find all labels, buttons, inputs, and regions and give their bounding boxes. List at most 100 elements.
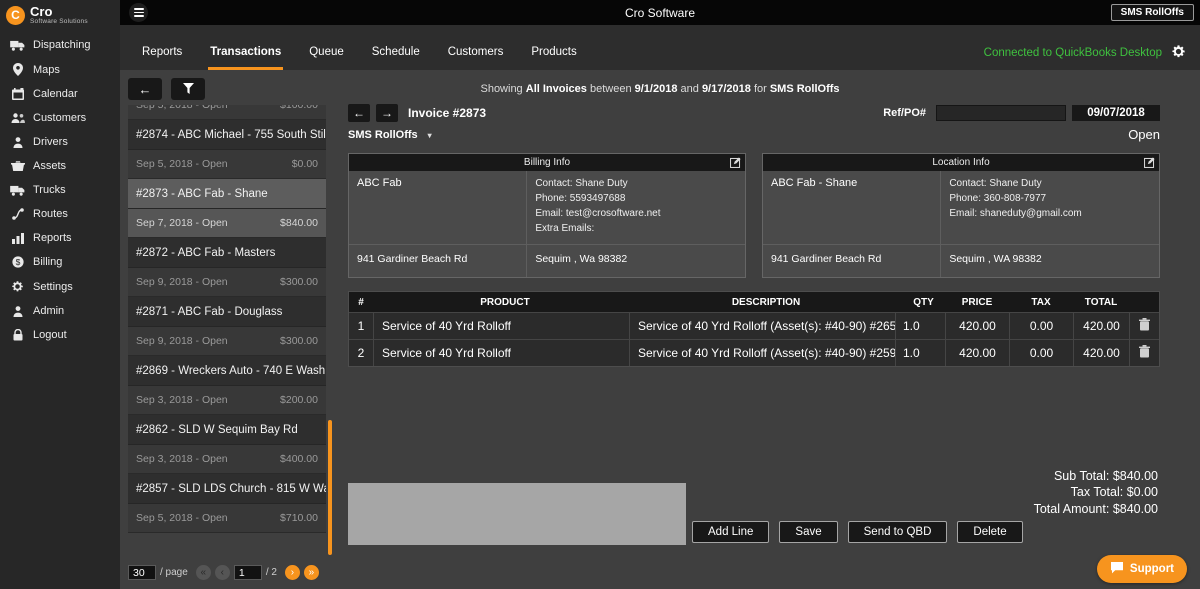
line-num: 2: [349, 340, 373, 366]
sidebar-item-label: Assets: [33, 160, 66, 172]
table-row[interactable]: 2 Service of 40 Yrd Rolloff Service of 4…: [349, 339, 1159, 366]
per-page-input[interactable]: [128, 565, 156, 580]
invoice-meta: Sep 3, 2018 - Open: [136, 394, 228, 406]
invoice-amount: $0.00: [292, 158, 318, 170]
delete-line-button[interactable]: [1129, 313, 1159, 339]
next-invoice-button[interactable]: →: [376, 104, 398, 122]
edit-icon[interactable]: [1144, 157, 1155, 168]
totalamount-label: Total Amount:: [1034, 502, 1110, 516]
sidebar-item-assets[interactable]: Assets: [0, 154, 120, 178]
invoice-status: Open: [432, 127, 1160, 142]
sidebar-item-maps[interactable]: Maps: [0, 57, 120, 82]
filter-row: Showing All Invoices between 9/1/2018 an…: [128, 78, 1192, 102]
first-page-button[interactable]: «: [196, 565, 211, 580]
prev-invoice-button[interactable]: ←: [348, 104, 370, 122]
tab-products[interactable]: Products: [529, 40, 578, 70]
subtotal-label: Sub Total:: [1054, 469, 1109, 483]
col-header-qty: QTY: [895, 292, 945, 312]
edit-icon[interactable]: [730, 157, 741, 168]
line-description[interactable]: Service of 40 Yrd Rolloff (Asset(s): #40…: [629, 340, 895, 366]
col-header-tax: TAX: [1009, 292, 1073, 312]
col-header-num: #: [349, 292, 373, 312]
sidebar-item-label: Routes: [33, 208, 68, 220]
next-page-button[interactable]: ›: [285, 565, 300, 580]
invoice-meta: Sep 9, 2018 - Open: [136, 276, 228, 288]
line-total: 420.00: [1073, 313, 1129, 339]
list-item-invoice-2873[interactable]: #2873 - ABC Fab - Shane Sep 7, 2018 - Op…: [128, 179, 326, 238]
line-qty[interactable]: 1.0: [895, 340, 945, 366]
ref-po-input[interactable]: [936, 105, 1066, 121]
save-button[interactable]: Save: [779, 521, 837, 543]
send-to-qbd-button[interactable]: Send to QBD: [848, 521, 948, 543]
line-num: 1: [349, 313, 373, 339]
invoice-meta: Sep 5, 2018 - Open: [136, 512, 228, 524]
list-item-invoice-2872[interactable]: #2872 - ABC Fab - Masters Sep 9, 2018 - …: [128, 238, 326, 297]
list-scrollbar[interactable]: [328, 105, 332, 555]
sidebar-item-settings[interactable]: Settings: [0, 274, 120, 299]
list-item-invoice-2862[interactable]: #2862 - SLD W Sequim Bay Rd Sep 3, 2018 …: [128, 415, 326, 474]
gear-icon[interactable]: [1171, 44, 1186, 62]
sidebar-item-routes[interactable]: Routes: [0, 202, 120, 226]
sidebar-item-trucks[interactable]: Trucks: [0, 178, 120, 202]
scrollbar-thumb[interactable]: [328, 420, 332, 555]
list-item-invoice-2874[interactable]: #2874 - ABC Michael - 755 South Still Se…: [128, 120, 326, 179]
tab-customers[interactable]: Customers: [446, 40, 506, 70]
location-contact-block: Contact: Shane Duty Phone: 360-808-7977 …: [941, 171, 1159, 244]
delete-button[interactable]: Delete: [957, 521, 1022, 543]
list-item-invoice-2857[interactable]: #2857 - SLD LDS Church - 815 W Washi... …: [128, 474, 326, 533]
invoice-title: #2869 - Wreckers Auto - 740 E Washing...: [128, 356, 326, 386]
trash-icon: [1139, 318, 1150, 334]
sidebar-item-drivers[interactable]: Drivers: [0, 130, 120, 154]
account-dropdown[interactable]: SMS RollOffs▾: [348, 129, 432, 141]
tab-schedule[interactable]: Schedule: [370, 40, 422, 70]
sidebar-item-customers[interactable]: Customers: [0, 106, 120, 130]
sidebar-item-dispatching[interactable]: Dispatching: [0, 33, 120, 57]
delete-line-button[interactable]: [1129, 340, 1159, 366]
location-email: Email: shaneduty@gmail.com: [949, 206, 1151, 221]
list-item-partial[interactable]: Sep 5, 2018 - Open $100.00: [128, 105, 326, 120]
add-line-button[interactable]: Add Line: [692, 521, 769, 543]
sidebar-item-logout[interactable]: Logout: [0, 323, 120, 347]
line-product[interactable]: Service of 40 Yrd Rolloff: [373, 313, 629, 339]
taxtotal-value: $0.00: [1127, 485, 1158, 499]
sidebar-item-label: Drivers: [33, 136, 68, 148]
last-page-button[interactable]: »: [304, 565, 319, 580]
account-selector-button[interactable]: SMS RollOffs: [1111, 4, 1194, 21]
col-header-price: PRICE: [945, 292, 1009, 312]
dumpster-icon: [10, 161, 25, 171]
page-number-input[interactable]: [234, 565, 262, 580]
table-header-row: # PRODUCT DESCRIPTION QTY PRICE TAX TOTA…: [349, 292, 1159, 312]
line-price[interactable]: 420.00: [945, 313, 1009, 339]
line-price[interactable]: 420.00: [945, 340, 1009, 366]
line-description[interactable]: Service of 40 Yrd Rolloff (Asset(s): #40…: [629, 313, 895, 339]
tab-reports[interactable]: Reports: [140, 40, 184, 70]
showing-summary: Showing All Invoices between 9/1/2018 an…: [128, 83, 1192, 95]
list-item-invoice-2869[interactable]: #2869 - Wreckers Auto - 740 E Washing...…: [128, 356, 326, 415]
sidebar-item-reports[interactable]: Reports: [0, 226, 120, 250]
tab-queue[interactable]: Queue: [307, 40, 346, 70]
invoice-meta: Sep 5, 2018 - Open: [136, 158, 228, 170]
line-product[interactable]: Service of 40 Yrd Rolloff: [373, 340, 629, 366]
invoice-totals: Sub Total: $840.00 Tax Total: $0.00 Tota…: [1034, 468, 1158, 518]
table-row[interactable]: 1 Service of 40 Yrd Rolloff Service of 4…: [349, 312, 1159, 339]
invoice-date[interactable]: 09/07/2018: [1072, 105, 1160, 121]
sidebar-item-label: Settings: [33, 281, 73, 293]
line-qty[interactable]: 1.0: [895, 313, 945, 339]
sidebar-item-label: Dispatching: [33, 39, 90, 51]
invoice-notes-area[interactable]: [348, 483, 686, 545]
invoice-title: #2872 - ABC Fab - Masters: [128, 238, 326, 268]
filter-start-date: 9/1/2018: [635, 83, 678, 95]
bar-chart-icon: [10, 233, 25, 244]
location-city: Sequim , WA 98382: [941, 245, 1159, 277]
sidebar-item-billing[interactable]: $ Billing: [0, 250, 120, 274]
list-item-invoice-2871[interactable]: #2871 - ABC Fab - Douglass Sep 9, 2018 -…: [128, 297, 326, 356]
prev-page-button[interactable]: ‹: [215, 565, 230, 580]
sidebar-item-admin[interactable]: Admin: [0, 299, 120, 323]
gear-icon: [10, 280, 25, 293]
tab-transactions[interactable]: Transactions: [208, 40, 283, 70]
support-button[interactable]: Support: [1097, 555, 1187, 583]
location-name: ABC Fab - Shane: [763, 171, 941, 244]
hamburger-menu-icon[interactable]: [129, 3, 148, 22]
sidebar-item-calendar[interactable]: Calendar: [0, 82, 120, 106]
line-tax: 0.00: [1009, 340, 1073, 366]
